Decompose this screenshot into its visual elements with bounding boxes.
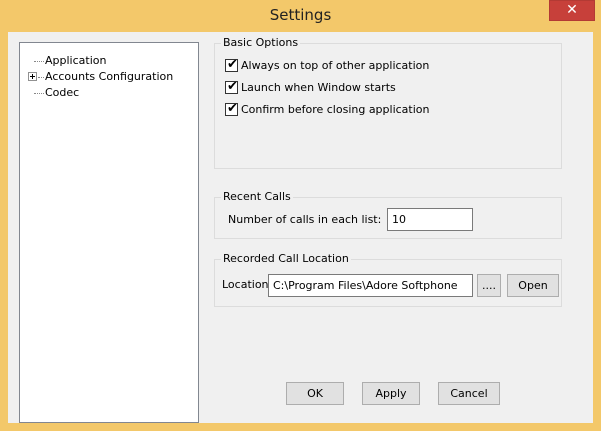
recent-calls-title: Recent Calls bbox=[221, 190, 293, 203]
window-title: Settings bbox=[269, 6, 332, 24]
confirm-close-checkbox[interactable]: ✔ bbox=[225, 101, 238, 116]
apply-button[interactable]: Apply bbox=[362, 382, 420, 405]
settings-client-area: Application Accounts Configuration Codec… bbox=[8, 32, 593, 423]
always-on-top-checkbox[interactable]: ✔ bbox=[225, 57, 238, 72]
recorded-location-group: Recorded Call Location Location: .... Op… bbox=[214, 252, 562, 307]
close-icon: ✕ bbox=[566, 2, 578, 18]
tree-item-accounts-configuration[interactable]: Accounts Configuration bbox=[20, 69, 198, 85]
browse-button[interactable]: .... bbox=[477, 274, 501, 297]
option-launch-on-start[interactable]: ✔ Launch when Window starts bbox=[225, 79, 545, 96]
option-label: Always on top of other application bbox=[241, 59, 430, 72]
check-icon: ✔ bbox=[227, 79, 238, 94]
basic-options-group: Basic Options ✔ Always on top of other a… bbox=[214, 36, 562, 169]
recent-calls-group: Recent Calls Number of calls in each lis… bbox=[214, 190, 562, 239]
option-label: Launch when Window starts bbox=[241, 81, 396, 94]
cancel-button[interactable]: Cancel bbox=[438, 382, 500, 405]
location-input[interactable] bbox=[268, 274, 473, 297]
tree-item-label: Codec bbox=[45, 86, 80, 99]
check-icon: ✔ bbox=[227, 57, 238, 72]
option-always-on-top[interactable]: ✔ Always on top of other application bbox=[225, 57, 545, 74]
recorded-location-title: Recorded Call Location bbox=[221, 252, 351, 265]
ok-button[interactable]: OK bbox=[286, 382, 344, 405]
tree-item-application[interactable]: Application bbox=[20, 53, 198, 69]
settings-tree[interactable]: Application Accounts Configuration Codec bbox=[19, 42, 199, 423]
title-bar[interactable]: Settings ✕ bbox=[0, 0, 601, 32]
basic-options-title: Basic Options bbox=[221, 36, 301, 49]
tree-item-label: Accounts Configuration bbox=[45, 70, 174, 83]
option-confirm-close[interactable]: ✔ Confirm before closing application bbox=[225, 101, 545, 118]
tree-connector bbox=[38, 77, 44, 78]
tree-connector bbox=[34, 93, 44, 94]
open-button[interactable]: Open bbox=[507, 274, 559, 297]
settings-window: Settings ✕ Application Accounts Configur… bbox=[0, 0, 601, 431]
close-button[interactable]: ✕ bbox=[549, 0, 595, 21]
calls-count-input[interactable] bbox=[387, 208, 473, 231]
launch-on-start-checkbox[interactable]: ✔ bbox=[225, 79, 238, 94]
tree-connector bbox=[34, 61, 44, 62]
tree-item-label: Application bbox=[45, 54, 107, 67]
expand-plus-icon[interactable] bbox=[28, 72, 37, 81]
check-icon: ✔ bbox=[227, 101, 238, 116]
location-label: Location: bbox=[222, 278, 273, 291]
calls-count-label: Number of calls in each list: bbox=[228, 213, 382, 226]
option-label: Confirm before closing application bbox=[241, 103, 430, 116]
tree-item-codec[interactable]: Codec bbox=[20, 85, 198, 101]
